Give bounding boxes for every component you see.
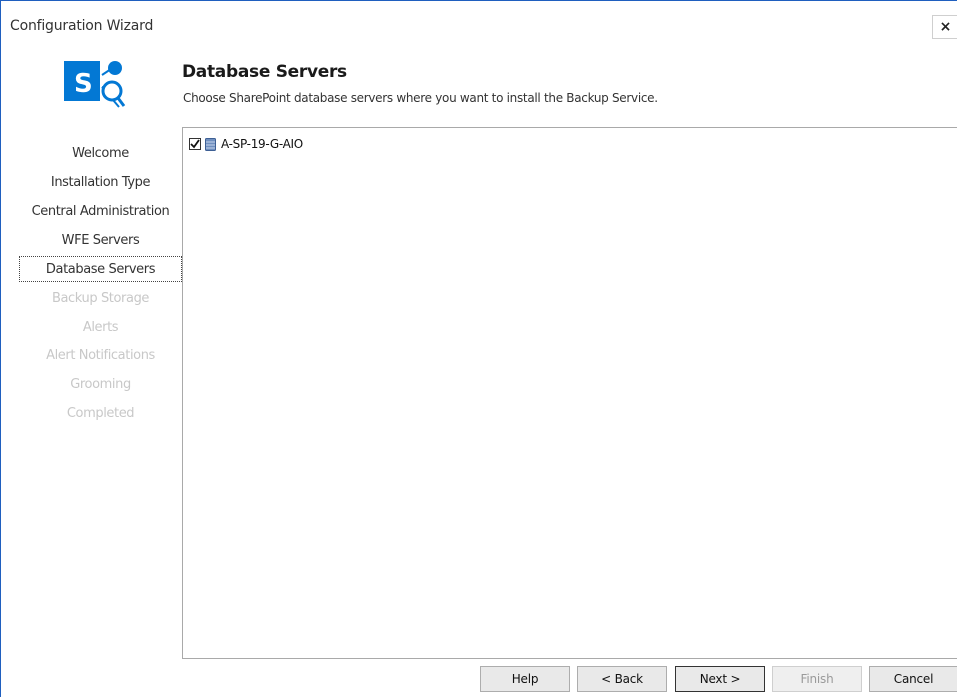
step-alert-notifications: Alert Notifications [46, 348, 155, 363]
help-button-label: Help [511, 672, 539, 686]
server-checkbox[interactable] [189, 138, 201, 150]
back-button-label: < Back [601, 672, 643, 686]
page-title: Database Servers [182, 62, 347, 82]
step-wfe-servers[interactable]: WFE Servers [19, 228, 182, 254]
step-central-administration[interactable]: Central Administration [19, 199, 182, 225]
step-backup-storage: Backup Storage [51, 291, 150, 306]
checkmark-icon [190, 139, 200, 149]
back-button[interactable]: < Back [577, 666, 667, 692]
next-button-label: Next > [699, 672, 741, 686]
title-bar: Configuration Wizard × [1, 1, 957, 39]
cancel-button[interactable]: Cancel [869, 666, 957, 692]
cancel-button-label: Cancel [893, 672, 934, 686]
database-server-list[interactable]: A-SP-19-G-AIO [182, 127, 957, 659]
close-button[interactable]: × [932, 15, 957, 39]
list-item[interactable]: A-SP-19-G-AIO [189, 135, 303, 153]
close-icon: × [939, 19, 952, 35]
step-alerts: Alerts [82, 320, 119, 335]
step-installation-type[interactable]: Installation Type [19, 170, 182, 196]
step-welcome[interactable]: Welcome [19, 141, 182, 167]
server-name: A-SP-19-G-AIO [221, 137, 303, 151]
page-description: Choose SharePoint database servers where… [183, 91, 658, 105]
window-title: Configuration Wizard [10, 18, 154, 34]
step-grooming: Grooming [70, 377, 131, 392]
step-database-servers[interactable]: Database Servers [19, 256, 182, 282]
next-button[interactable]: Next > [675, 666, 765, 692]
configuration-wizard-window: Configuration Wizard × S Welcome Install… [0, 0, 957, 697]
database-icon [205, 138, 216, 151]
finish-button-label: Finish [800, 672, 834, 686]
logo-letter: S [74, 69, 93, 99]
step-completed: Completed [66, 406, 135, 421]
sharepoint-logo-icon: S [64, 57, 132, 113]
finish-button: Finish [772, 666, 862, 692]
help-button[interactable]: Help [480, 666, 570, 692]
